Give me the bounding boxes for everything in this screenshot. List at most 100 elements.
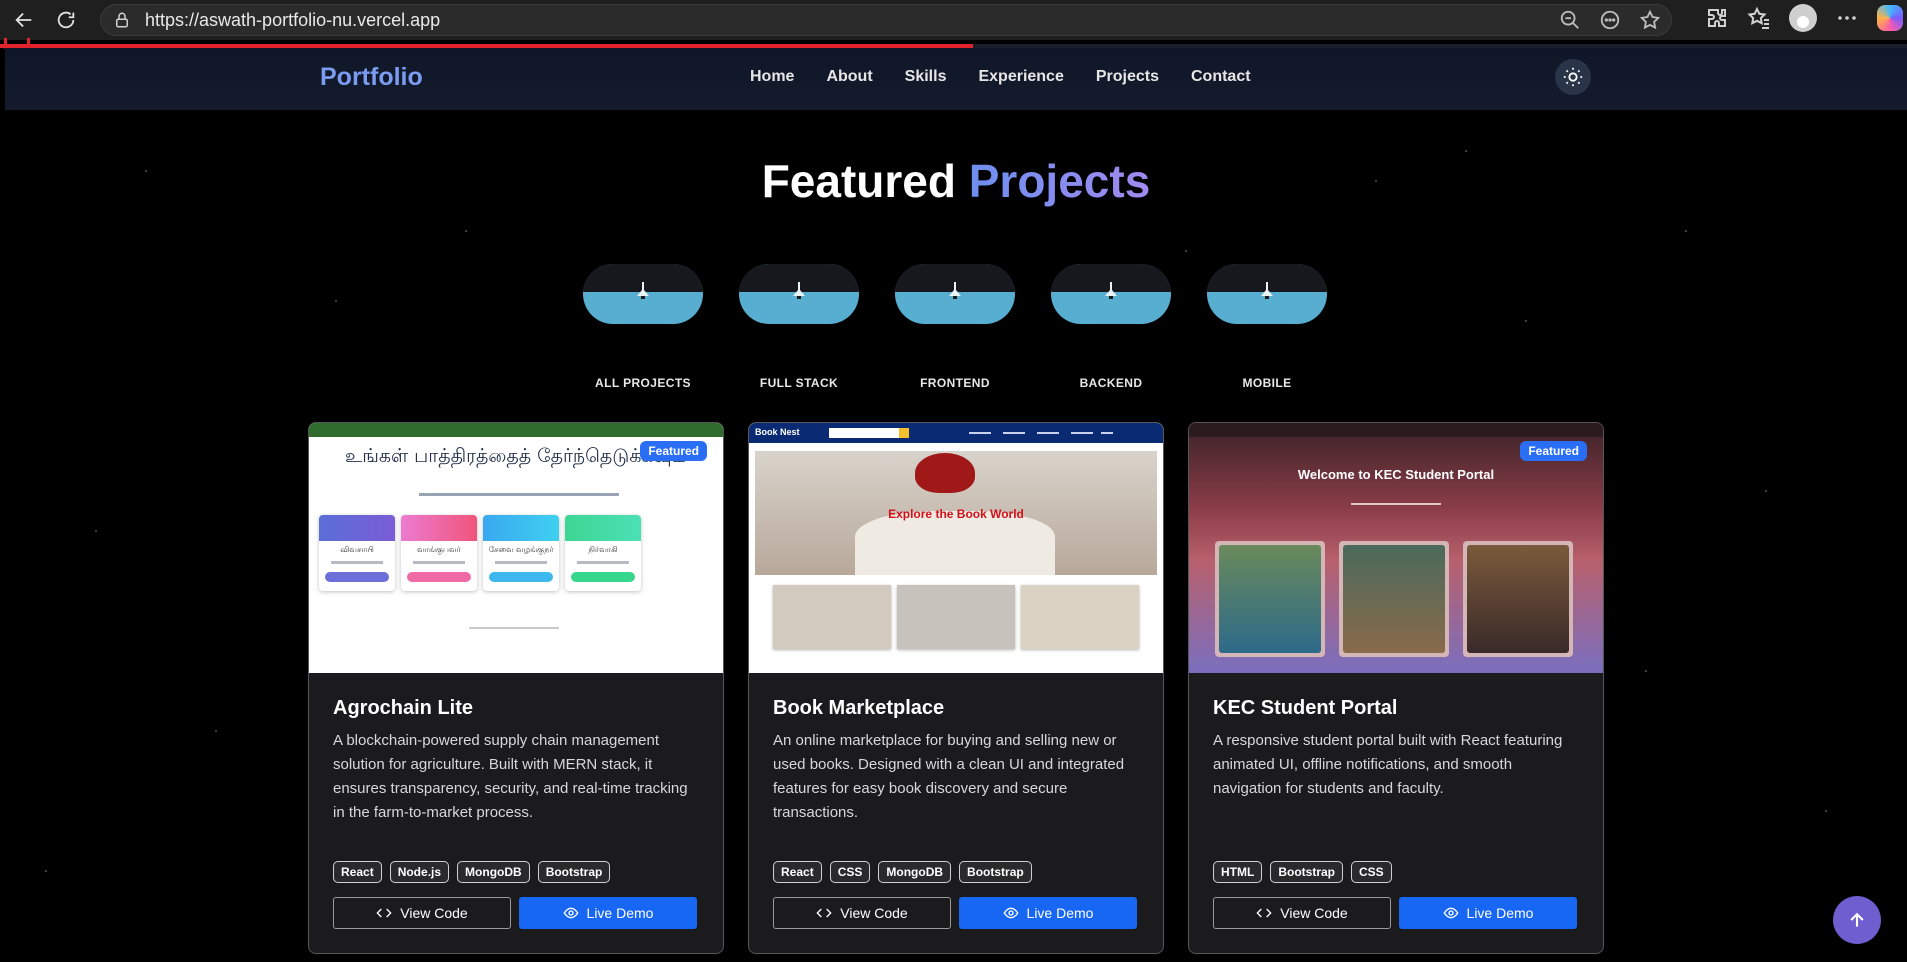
star	[45, 870, 47, 872]
star	[335, 300, 337, 302]
filter-pill[interactable]	[583, 264, 703, 324]
star	[1765, 490, 1767, 492]
project-description: An online marketplace for buying and sel…	[773, 732, 1125, 821]
featured-badge: Featured	[1520, 441, 1587, 461]
view-code-button[interactable]: View Code	[1213, 897, 1391, 929]
live-demo-button[interactable]: Live Demo	[519, 897, 697, 929]
nav-links: Home About Skills Experience Projects Co…	[750, 68, 1251, 86]
star	[1465, 150, 1467, 152]
nav-link-home[interactable]: Home	[750, 68, 794, 86]
refresh-icon	[57, 11, 75, 29]
tech-tag: Bootstrap	[537, 861, 611, 883]
thumbnail-heading: Welcome to KEC Student Portal	[1297, 467, 1495, 482]
browser-toolbar: https://aswath-portfolio-nu.vercel.app	[0, 0, 1907, 40]
projects-section: Featured Projects ALL PROJECTS FULL STAC…	[5, 110, 1907, 962]
filter-pill[interactable]	[739, 264, 859, 324]
code-icon	[816, 908, 832, 918]
project-thumbnail: Featured உங்கள் பாத்திரத்தைத் தேர்ந்தெடு…	[309, 423, 723, 673]
project-title: Book Marketplace	[773, 697, 945, 719]
project-card-agrochain: Featured உங்கள் பாத்திரத்தைத் தேர்ந்தெடு…	[308, 422, 724, 954]
theme-toggle-button[interactable]	[1555, 59, 1591, 95]
section-title-part1: Featured	[761, 155, 956, 207]
featured-badge: Featured	[640, 441, 707, 461]
nav-link-skills[interactable]: Skills	[905, 68, 947, 86]
lamp-icon	[637, 282, 649, 299]
filter-backend[interactable]: BACKEND	[1051, 264, 1171, 390]
filter-pill[interactable]	[1051, 264, 1171, 324]
tech-tag: React	[333, 861, 382, 883]
project-title: KEC Student Portal	[1213, 697, 1398, 719]
favorites-icon[interactable]	[1747, 6, 1771, 30]
nav-link-experience[interactable]: Experience	[978, 68, 1063, 86]
lamp-icon	[1105, 282, 1117, 299]
tech-tag: CSS	[829, 861, 871, 883]
arrow-left-icon	[15, 12, 32, 28]
filter-frontend[interactable]: FRONTEND	[895, 264, 1015, 390]
thumbnail-brand: Book Nest	[755, 427, 800, 437]
role-card: வாங்குபவர்	[401, 515, 477, 591]
star	[1525, 320, 1527, 322]
tech-tags: React Node.js MongoDB Bootstrap	[333, 861, 611, 883]
filter-all-projects[interactable]: ALL PROJECTS	[583, 264, 703, 390]
refresh-button[interactable]	[48, 2, 84, 38]
copilot-icon[interactable]	[1877, 5, 1903, 31]
code-icon	[376, 908, 392, 918]
extensions-icon[interactable]	[1705, 6, 1729, 30]
role-card: விவசாயி	[319, 515, 395, 591]
tech-tag: MongoDB	[878, 861, 952, 883]
nav-link-projects[interactable]: Projects	[1096, 68, 1159, 86]
section-title: Featured Projects	[5, 154, 1907, 208]
project-description: A responsive student portal built with R…	[1213, 732, 1563, 797]
view-code-button[interactable]: View Code	[333, 897, 511, 929]
filter-mobile[interactable]: MOBILE	[1207, 264, 1327, 390]
nav-link-contact[interactable]: Contact	[1191, 68, 1251, 86]
view-code-button[interactable]: View Code	[773, 897, 951, 929]
tech-tag: CSS	[1351, 861, 1392, 883]
address-bar[interactable]: https://aswath-portfolio-nu.vercel.app	[100, 4, 1672, 36]
thumbnail-slogan: Explore the Book World	[888, 507, 1024, 521]
lamp-icon	[793, 282, 805, 299]
eye-icon	[1003, 907, 1018, 919]
photo-principal	[1463, 541, 1573, 657]
star	[1685, 230, 1687, 232]
arrow-up-icon	[1850, 912, 1864, 927]
star	[215, 730, 217, 732]
eye-icon	[563, 907, 578, 919]
settings-more-icon[interactable]	[1835, 6, 1859, 30]
back-button[interactable]	[6, 2, 42, 38]
back-to-top-button[interactable]	[1833, 896, 1881, 944]
filter-pill[interactable]	[1207, 264, 1327, 324]
star-favorite-icon[interactable]	[1639, 9, 1661, 31]
filter-pill[interactable]	[895, 264, 1015, 324]
live-demo-button[interactable]: Live Demo	[959, 897, 1137, 929]
star	[1825, 810, 1827, 812]
code-icon	[1256, 908, 1272, 918]
tech-tags: HTML Bootstrap CSS	[1213, 861, 1392, 883]
photo-classroom	[1339, 541, 1449, 657]
live-demo-button[interactable]: Live Demo	[1399, 897, 1577, 929]
tech-tag: MongoDB	[457, 861, 530, 883]
section-title-part2: Projects	[968, 155, 1151, 207]
tech-tag: Bootstrap	[959, 861, 1032, 883]
nav-link-about[interactable]: About	[826, 68, 872, 86]
tech-tag: HTML	[1213, 861, 1263, 883]
url-text: https://aswath-portfolio-nu.vercel.app	[145, 9, 441, 30]
brand-logo[interactable]: Portfolio	[320, 63, 423, 92]
profile-avatar[interactable]	[1789, 4, 1817, 32]
more-options-icon[interactable]	[1599, 9, 1621, 31]
lamp-icon	[1261, 282, 1273, 299]
star	[1645, 670, 1647, 672]
lock-icon	[116, 12, 128, 28]
project-description: A blockchain-powered supply chain manage…	[333, 732, 688, 821]
tech-tag: Node.js	[389, 861, 450, 883]
project-filters: ALL PROJECTS FULL STACK FRONTEND BACKEND…	[583, 264, 1327, 390]
project-thumbnail: Featured Welcome to KEC Student Portal	[1189, 423, 1603, 673]
project-card-kec-student-portal: Featured Welcome to KEC Student Portal K…	[1188, 422, 1604, 954]
project-thumbnail: Book Nest Explore the Book World	[749, 423, 1163, 673]
site-navbar: Portfolio Home About Skills Experience P…	[5, 48, 1907, 110]
filter-full-stack[interactable]: FULL STACK	[739, 264, 859, 390]
role-card: சேவை வழங்குநர்	[483, 515, 559, 591]
zoom-icon[interactable]	[1559, 9, 1581, 31]
star	[1185, 250, 1187, 252]
sun-icon	[1563, 67, 1583, 87]
